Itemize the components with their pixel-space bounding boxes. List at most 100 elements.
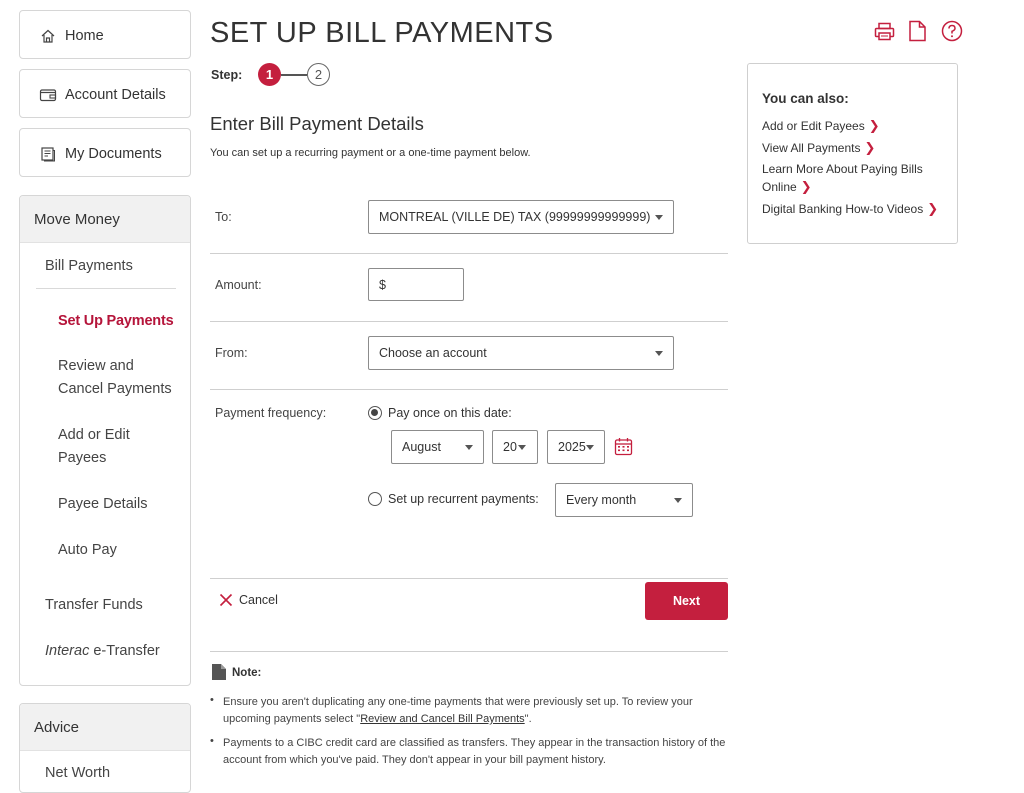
step-label: Step: <box>211 68 243 82</box>
nav-account-details-button[interactable]: Account Details <box>19 69 191 118</box>
etransfer-text: e-Transfer <box>89 643 160 659</box>
advice-label: Advice <box>34 718 80 736</box>
divider <box>210 389 728 390</box>
move-money-group: Move Money Bill Payments Set Up Payments… <box>19 195 191 686</box>
chevron-down-icon <box>674 498 682 503</box>
help-icon[interactable] <box>941 20 963 47</box>
documents-icon <box>38 144 58 164</box>
bullet: • <box>210 694 214 706</box>
learn-more-line1: Learn More About Paying Bills <box>762 162 923 176</box>
note-label: Note: <box>232 667 262 679</box>
recurrent-frequency-select[interactable]: Every month <box>555 483 693 517</box>
next-button[interactable]: Next <box>645 582 728 620</box>
how-to-videos-link[interactable]: Digital Banking How-to Videos ❯ <box>762 200 938 218</box>
advice-header[interactable]: Advice <box>20 704 190 751</box>
nav-review-cancel-payments[interactable]: Review and Cancel Payments <box>58 355 172 401</box>
chevron-down-icon <box>655 215 663 220</box>
to-label: To: <box>215 210 232 224</box>
calendar-icon[interactable] <box>614 437 633 461</box>
divider <box>210 578 728 579</box>
note-item-1-end: ". <box>524 713 532 725</box>
nav-divider <box>36 288 176 289</box>
recurrent-frequency-value: Every month <box>566 493 637 507</box>
day-value: 20 <box>503 440 517 454</box>
amount-field[interactable]: $ <box>368 268 464 301</box>
add-edit-payees-link[interactable]: Add or Edit Payees ❯ <box>762 117 880 135</box>
note-item-2: Payments to a CIBC credit card are class… <box>223 737 726 766</box>
from-label: From: <box>215 346 248 360</box>
close-icon <box>219 593 233 607</box>
wallet-icon <box>38 85 58 105</box>
step-connector <box>281 74 307 76</box>
year-value: 2025 <box>558 440 586 454</box>
side-panel-title: You can also: <box>762 91 849 106</box>
cancel-button[interactable]: Cancel <box>219 593 278 607</box>
nav-my-documents-label: My Documents <box>65 145 162 162</box>
year-select[interactable]: 2025 <box>547 430 605 464</box>
how-to-videos-label: Digital Banking How-to Videos <box>762 202 924 216</box>
section-description: You can set up a recurring payment or a … <box>210 147 531 159</box>
amount-label: Amount: <box>215 278 262 292</box>
document-icon[interactable] <box>908 20 927 47</box>
you-can-also-panel: You can also: Add or Edit Payees ❯ View A… <box>747 63 958 244</box>
divider <box>210 651 728 652</box>
bullet: • <box>210 735 214 747</box>
payee-select[interactable]: MONTREAL (VILLE DE) TAX (99999999999999) <box>368 200 674 234</box>
amount-currency-prefix: $ <box>379 277 386 292</box>
chevron-right-icon: ❯ <box>868 118 880 133</box>
view-all-payments-link[interactable]: View All Payments ❯ <box>762 139 875 157</box>
step-2-indicator: 2 <box>307 63 330 86</box>
note-item-1: Ensure you aren't duplicating any one-ti… <box>223 694 728 728</box>
nav-transfer-funds[interactable]: Transfer Funds <box>45 594 143 617</box>
divider <box>210 253 728 254</box>
chevron-down-icon <box>518 445 526 450</box>
nav-add-edit-line1: Add or Edit <box>58 427 130 443</box>
chevron-right-icon: ❯ <box>927 201 939 216</box>
from-account-select[interactable]: Choose an account <box>368 336 674 370</box>
move-money-header[interactable]: Move Money <box>20 196 190 243</box>
nav-review-cancel-line2: Cancel Payments <box>58 381 172 397</box>
interac-italic: Interac <box>45 643 90 659</box>
nav-bill-payments[interactable]: Bill Payments <box>45 255 133 278</box>
add-edit-payees-label: Add or Edit Payees <box>762 119 865 133</box>
chevron-right-icon: ❯ <box>864 140 876 155</box>
page-title: SET UP BILL PAYMENTS <box>210 17 554 49</box>
chevron-down-icon <box>465 445 473 450</box>
chevron-down-icon <box>586 445 594 450</box>
section-title: Enter Bill Payment Details <box>210 113 424 134</box>
nav-payee-details[interactable]: Payee Details <box>58 493 147 516</box>
pay-once-label[interactable]: Pay once on this date: <box>388 406 512 420</box>
recurrent-radio[interactable] <box>368 492 382 506</box>
home-icon <box>38 26 58 46</box>
month-select[interactable]: August <box>391 430 484 464</box>
nav-add-edit-payees[interactable]: Add or Edit Payees <box>58 424 130 470</box>
view-all-payments-label: View All Payments <box>762 141 861 155</box>
chevron-down-icon <box>655 351 663 356</box>
next-label: Next <box>672 594 701 608</box>
nav-home-label: Home <box>65 27 104 44</box>
recurrent-label[interactable]: Set up recurrent payments: <box>388 492 539 506</box>
divider <box>210 321 728 322</box>
nav-home-button[interactable]: Home <box>19 10 191 59</box>
payee-select-value: MONTREAL (VILLE DE) TAX (99999999999999) <box>379 210 651 224</box>
nav-add-edit-line2: Payees <box>58 450 107 466</box>
from-account-value: Choose an account <box>379 346 487 360</box>
advice-group: Advice Net Worth <box>19 703 191 793</box>
move-money-label: Move Money <box>34 210 120 228</box>
nav-my-documents-button[interactable]: My Documents <box>19 128 191 177</box>
pay-once-radio[interactable] <box>368 406 382 420</box>
review-cancel-link[interactable]: Review and Cancel Bill Payments <box>360 713 524 725</box>
frequency-label: Payment frequency: <box>215 406 327 420</box>
nav-net-worth[interactable]: Net Worth <box>45 762 110 785</box>
step-1-indicator: 1 <box>258 63 281 86</box>
nav-interac-etransfer[interactable]: Interac e-Transfer <box>45 640 160 663</box>
print-icon[interactable] <box>874 21 895 47</box>
nav-auto-pay[interactable]: Auto Pay <box>58 539 117 562</box>
learn-more-paying-bills-link[interactable]: Learn More About Paying Bills Online ❯ <box>762 161 923 196</box>
nav-account-details-label: Account Details <box>65 86 166 103</box>
day-select[interactable]: 20 <box>492 430 538 464</box>
nav-set-up-payments[interactable]: Set Up Payments <box>58 310 174 333</box>
cancel-label: Cancel <box>239 593 278 607</box>
chevron-right-icon: ❯ <box>800 179 812 194</box>
learn-more-line2: Online <box>762 180 797 194</box>
